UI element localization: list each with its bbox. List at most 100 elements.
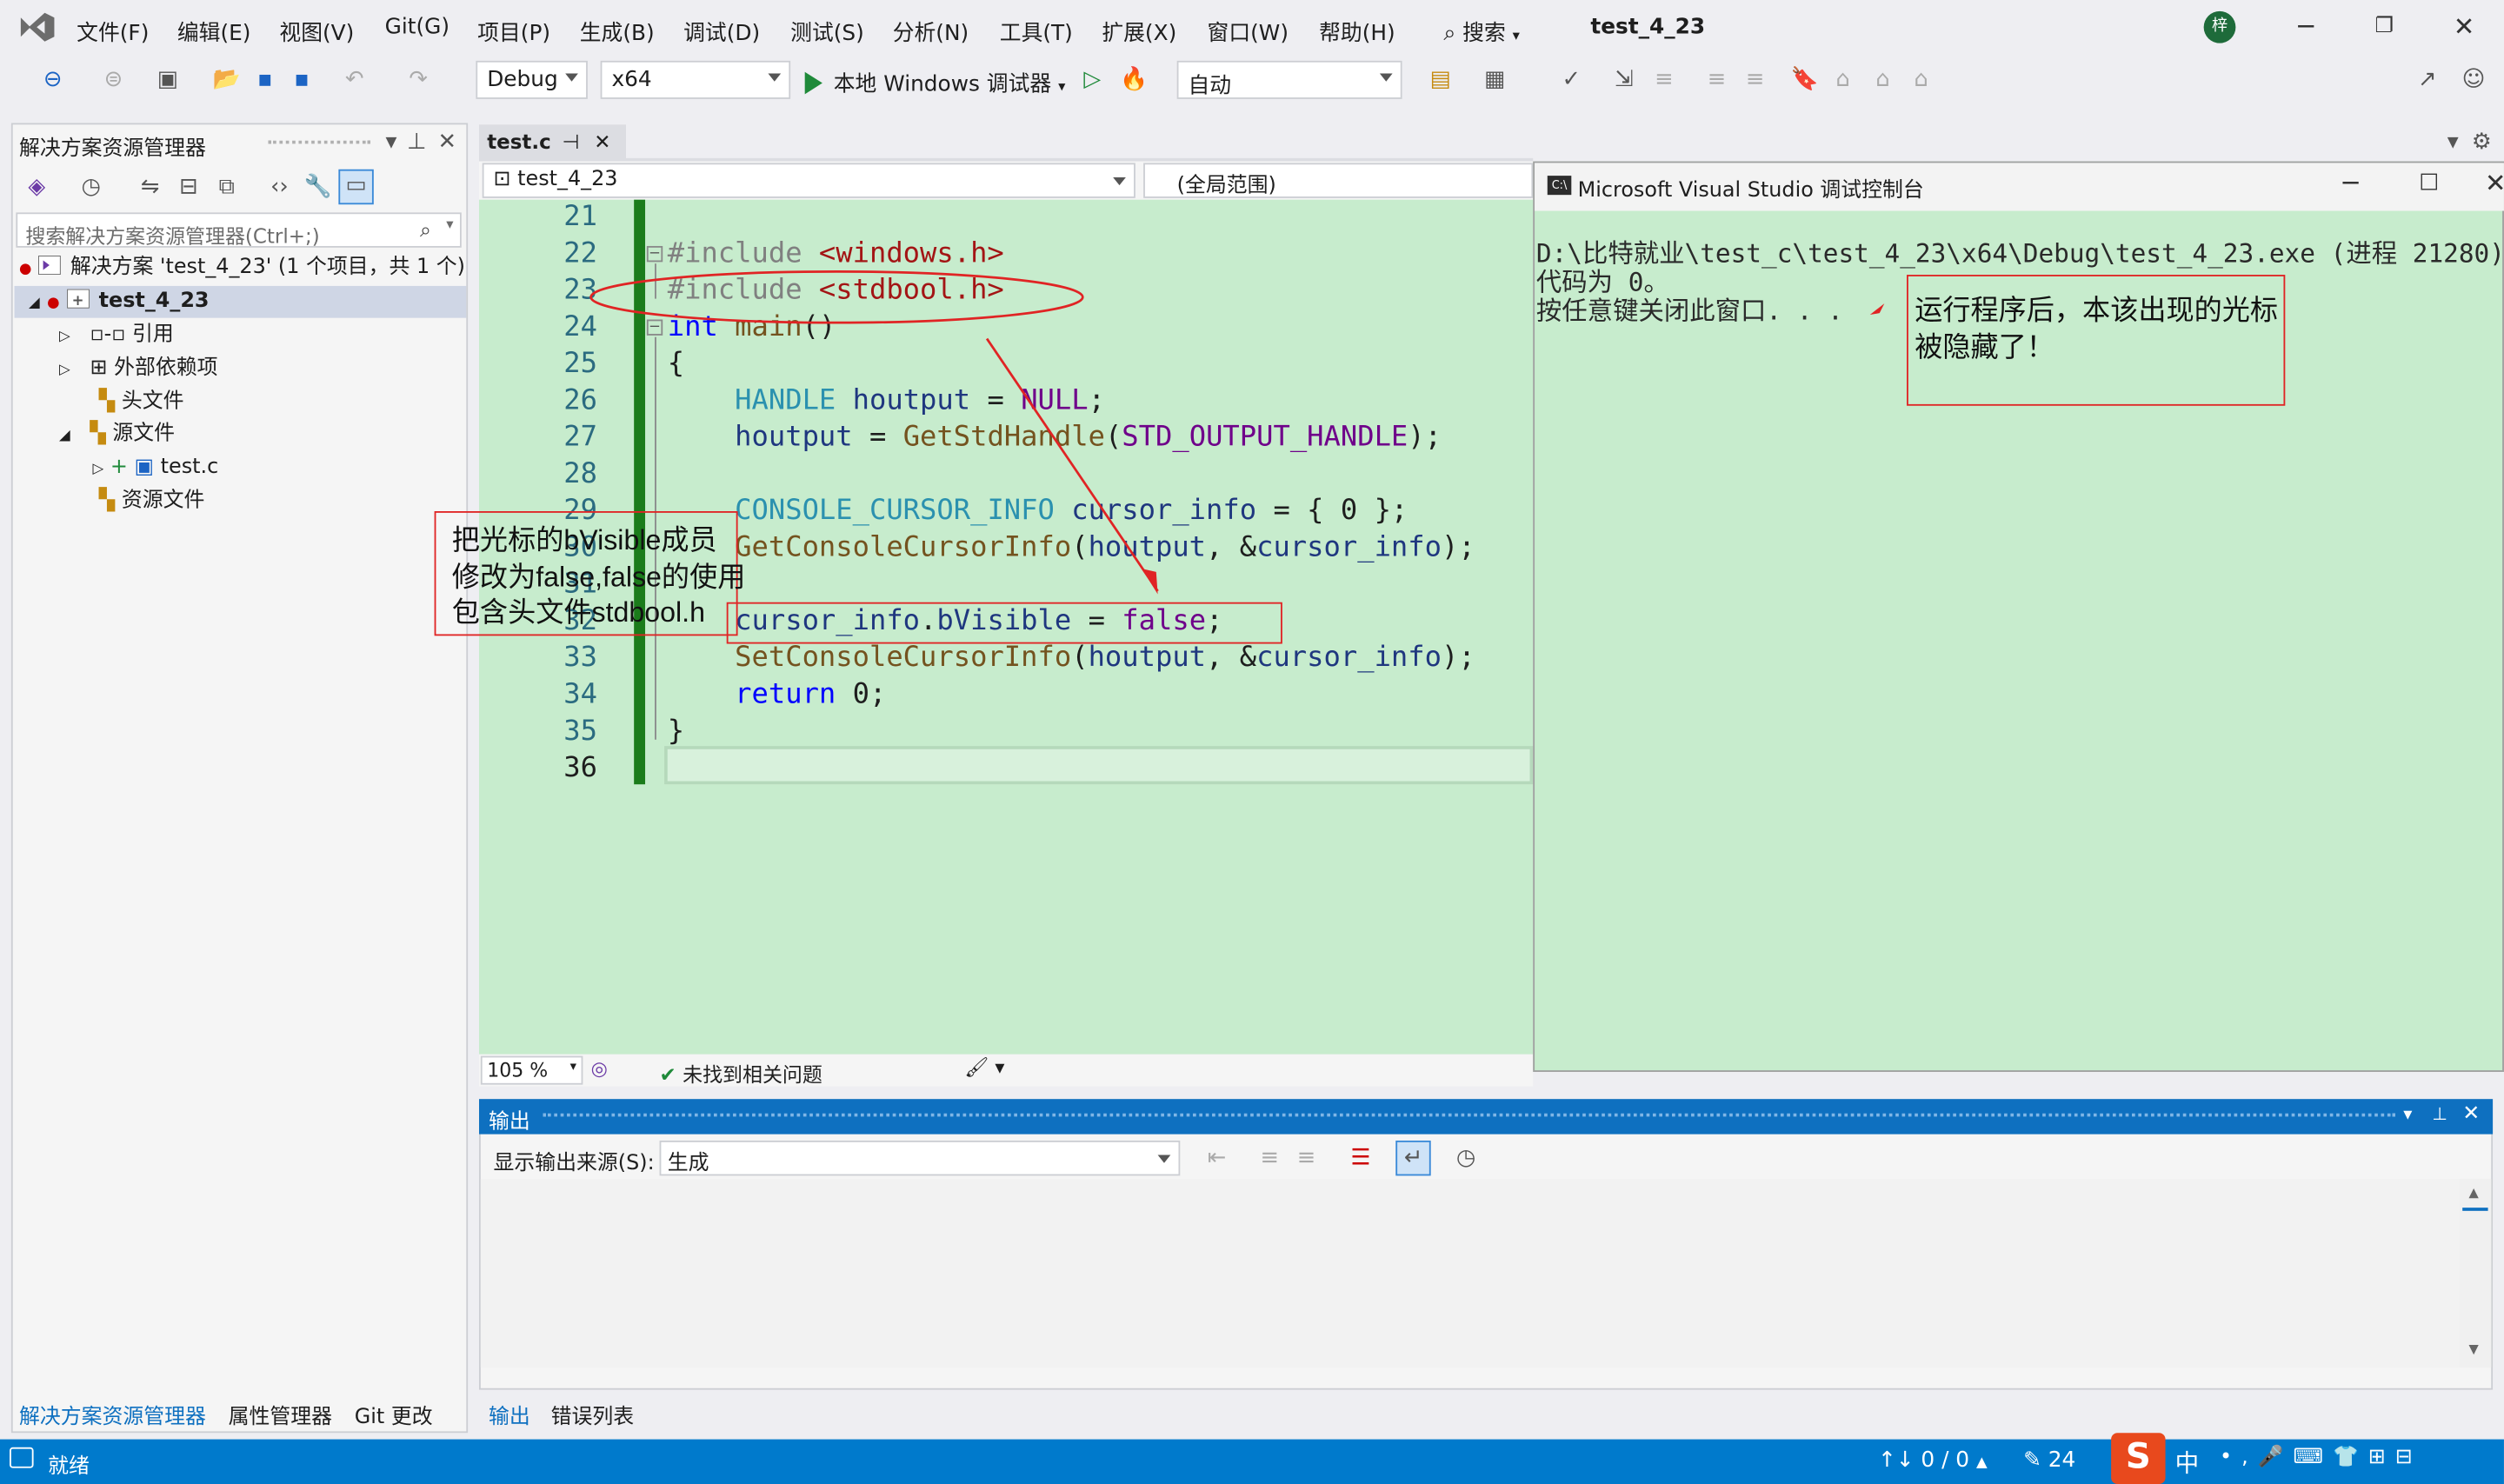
- find-icon[interactable]: ⇤: [1202, 1144, 1231, 1173]
- step-icon[interactable]: ⇲: [1609, 65, 1638, 94]
- minimize-icon[interactable]: ─: [2287, 10, 2325, 44]
- open-file-icon[interactable]: 📂: [212, 65, 241, 94]
- tree-references[interactable]: ▷ ▫-▫ 引用: [59, 320, 174, 352]
- copilot-icon[interactable]: ◎: [591, 1057, 608, 1080]
- bookmark-next-icon[interactable]: ⌂: [1868, 65, 1897, 94]
- folder-icon[interactable]: ▤: [1426, 65, 1455, 94]
- tab-output[interactable]: 输出: [489, 1400, 530, 1430]
- feedback-icon[interactable]: ☺: [2460, 65, 2488, 94]
- zoom-select[interactable]: 105 % ▾: [480, 1055, 583, 1085]
- next-message-icon[interactable]: ≡: [1292, 1144, 1321, 1173]
- tree-resource-files[interactable]: ▚ 资源文件: [99, 486, 205, 518]
- forward-icon[interactable]: ⊜: [99, 65, 128, 94]
- bookmark-clear-icon[interactable]: ⌂: [1907, 65, 1935, 94]
- close-icon[interactable]: ✕: [2445, 10, 2483, 44]
- fold-icon[interactable]: −: [646, 319, 663, 336]
- tree-external-deps[interactable]: ▷ ⊞ 外部依赖项: [59, 353, 218, 385]
- share-icon[interactable]: ↗: [2413, 65, 2441, 94]
- bookmark-prev-icon[interactable]: ⌂: [1828, 65, 1857, 94]
- menu-tools[interactable]: 工具(T): [1000, 15, 1073, 47]
- panel-menu-icon[interactable]: ▾: [376, 128, 405, 156]
- tab-test-c[interactable]: test.c ⊣ ✕: [479, 124, 626, 160]
- word-wrap-icon[interactable]: ↵: [1395, 1140, 1431, 1176]
- window-layout-icon[interactable]: ▦: [1481, 65, 1509, 94]
- preview-icon[interactable]: ▭: [338, 169, 374, 205]
- console-close-icon[interactable]: ✕: [2485, 166, 2504, 201]
- console-maximize-icon[interactable]: ☐: [2410, 166, 2448, 201]
- avatar[interactable]: 梓: [2203, 10, 2236, 43]
- history-icon[interactable]: ◷: [77, 172, 105, 201]
- solution-search-input[interactable]: 搜索解决方案资源管理器(Ctrl+;) ⌕ ▾: [16, 212, 462, 248]
- tab-close-icon[interactable]: ✕: [594, 130, 610, 154]
- panel-menu-icon[interactable]: ▾: [2403, 1104, 2412, 1125]
- start-without-debugging-icon[interactable]: ▷: [1078, 65, 1107, 94]
- panel-close-icon[interactable]: ✕: [2462, 1102, 2480, 1127]
- menu-edit[interactable]: 编辑(E): [177, 15, 251, 47]
- solution-config-select[interactable]: 自动: [1176, 60, 1402, 99]
- ime-mode[interactable]: 中: [2175, 1446, 2200, 1480]
- format-icon[interactable]: ≡: [1649, 65, 1678, 94]
- ime-toolbar-icons[interactable]: •,🎤⌨👕⊞⊟: [2220, 1446, 2422, 1470]
- issues-status[interactable]: ✔ 未找到相关问题: [660, 1057, 822, 1088]
- tab-git-changes[interactable]: Git 更改: [355, 1400, 433, 1430]
- tab-error-list[interactable]: 错误列表: [551, 1400, 635, 1430]
- menu-build[interactable]: 生成(B): [580, 15, 655, 47]
- tree-source-files[interactable]: ◢ ▚ 源文件: [59, 418, 175, 450]
- menu-view[interactable]: 视图(V): [279, 15, 354, 47]
- tree-project[interactable]: ◢ ● + test_4_23: [29, 286, 210, 318]
- pin-icon[interactable]: ⊥: [403, 128, 431, 156]
- git-changes-status[interactable]: ↑↓ 0 / 0 ▲: [1878, 1447, 1988, 1473]
- show-all-icon[interactable]: ⧉: [212, 172, 241, 201]
- tab-property-manager[interactable]: 属性管理器: [229, 1400, 332, 1430]
- configuration-select[interactable]: Debug: [476, 60, 588, 99]
- tree-test-c[interactable]: ▷ + ▣ test.c: [93, 452, 219, 484]
- tree-header-files[interactable]: ▚ 头文件: [99, 387, 184, 419]
- menu-git[interactable]: Git(G): [385, 15, 450, 40]
- sync-icon[interactable]: ⇋: [136, 172, 164, 201]
- pending-edits-status[interactable]: ✎ 24: [2023, 1447, 2075, 1473]
- menu-window[interactable]: 窗口(W): [1208, 15, 1289, 47]
- ime-logo-icon[interactable]: S: [2111, 1433, 2166, 1484]
- output-scrollbar[interactable]: ▲ ▼: [2459, 1179, 2492, 1368]
- code-view-icon[interactable]: ‹›: [265, 172, 294, 201]
- menu-extensions[interactable]: 扩展(X): [1102, 15, 1176, 47]
- hot-reload-icon[interactable]: 🔥: [1120, 65, 1149, 94]
- start-debugging-button[interactable]: 本地 Windows 调试器 ▾: [804, 65, 1065, 97]
- fold-icon[interactable]: −: [646, 245, 663, 263]
- settings-icon[interactable]: ⚙: [2467, 128, 2496, 156]
- menu-test[interactable]: 测试(S): [790, 15, 864, 47]
- console-minimize-icon[interactable]: ─: [2332, 166, 2370, 201]
- indent-icon[interactable]: ≡: [1702, 65, 1731, 94]
- save-all-icon[interactable]: ▪: [288, 65, 316, 94]
- restore-icon[interactable]: ❐: [2365, 10, 2403, 44]
- bookmark-icon[interactable]: 🔖: [1790, 65, 1819, 94]
- timestamp-icon[interactable]: ◷: [1452, 1144, 1481, 1173]
- save-icon[interactable]: ▪: [250, 65, 279, 94]
- platform-select[interactable]: x64: [600, 60, 791, 99]
- menu-help[interactable]: 帮助(H): [1319, 15, 1395, 47]
- nav-scope-select[interactable]: (全局范围): [1143, 163, 1534, 198]
- prev-message-icon[interactable]: ≡: [1255, 1144, 1284, 1173]
- pin-icon[interactable]: ⊣: [563, 130, 580, 154]
- new-project-icon[interactable]: ▣: [153, 65, 182, 94]
- collapse-all-icon[interactable]: ⊟: [174, 172, 203, 201]
- visual-studio-logo-icon[interactable]: [16, 10, 57, 44]
- properties-icon[interactable]: 🔧: [303, 172, 332, 201]
- output-text-area[interactable]: [480, 1179, 2461, 1368]
- tab-solution-explorer[interactable]: 解决方案资源管理器: [19, 1400, 206, 1430]
- scroll-up-icon[interactable]: ▲: [2469, 1185, 2479, 1200]
- menu-file[interactable]: 文件(F): [77, 15, 149, 47]
- panel-close-icon[interactable]: ✕: [433, 128, 462, 156]
- output-source-select[interactable]: 生成: [659, 1140, 1181, 1176]
- clear-all-icon[interactable]: ☰: [1346, 1144, 1375, 1173]
- vs-switch-icon[interactable]: ◈: [23, 172, 51, 201]
- tab-list-icon[interactable]: ▾: [2439, 128, 2467, 156]
- pin-icon[interactable]: ⊥: [2432, 1104, 2447, 1125]
- menu-project[interactable]: 项目(P): [477, 15, 550, 47]
- back-icon[interactable]: ⊖: [38, 65, 67, 94]
- menu-analyze[interactable]: 分析(N): [893, 15, 969, 47]
- menu-debug[interactable]: 调试(D): [683, 15, 760, 47]
- cleanup-icon[interactable]: 🖌 ▾: [964, 1056, 1004, 1079]
- undo-icon[interactable]: ↶: [340, 65, 369, 94]
- nav-file-select[interactable]: ⊡ test_4_23: [482, 163, 1135, 198]
